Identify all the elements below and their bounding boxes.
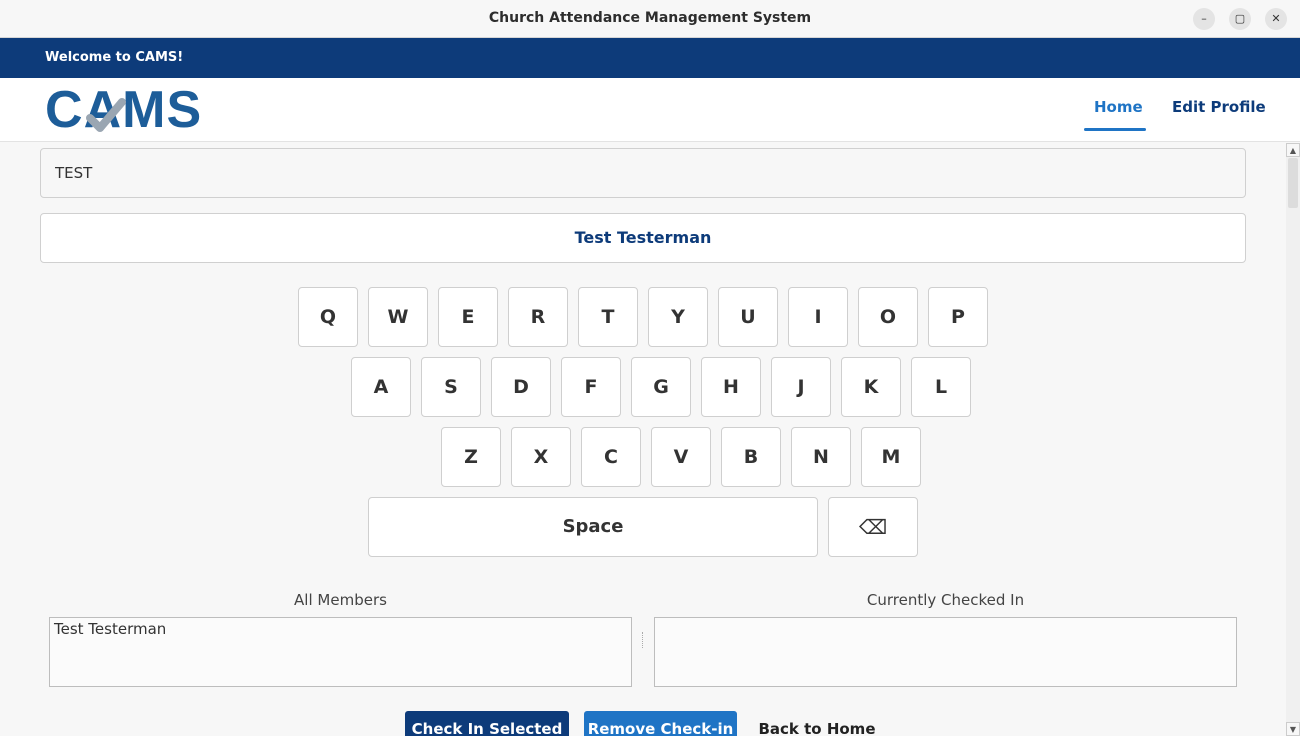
key-e[interactable]: E — [438, 287, 498, 347]
key-i[interactable]: I — [788, 287, 848, 347]
key-c[interactable]: C — [581, 427, 641, 487]
key-f[interactable]: F — [561, 357, 621, 417]
checkmark-icon — [85, 98, 126, 132]
key-g[interactable]: G — [631, 357, 691, 417]
key-x[interactable]: X — [511, 427, 571, 487]
vertical-scrollbar[interactable] — [1286, 143, 1300, 736]
scrollbar-thumb[interactable] — [1288, 158, 1298, 208]
key-q[interactable]: Q — [298, 287, 358, 347]
key-y[interactable]: Y — [648, 287, 708, 347]
logo-letter-c: C — [45, 81, 84, 139]
key-v[interactable]: V — [651, 427, 711, 487]
key-m[interactable]: M — [861, 427, 921, 487]
logo-letters-ms: MS — [122, 81, 203, 139]
welcome-banner: Welcome to CAMS! — [0, 38, 1300, 78]
backspace-key[interactable]: ⌫ — [828, 497, 918, 557]
nav-bar: CA MS Home Edit Profile — [0, 78, 1300, 142]
logo-letter-a: A — [84, 84, 126, 136]
cams-logo: CA MS — [45, 84, 202, 136]
selected-member-display: Test Testerman — [40, 213, 1246, 263]
all-members-list[interactable]: Test Testerman — [49, 617, 632, 687]
space-key[interactable]: Space — [368, 497, 818, 557]
active-tab-indicator — [1084, 128, 1146, 131]
checked-in-list[interactable] — [654, 617, 1237, 687]
key-j[interactable]: J — [771, 357, 831, 417]
key-t[interactable]: T — [578, 287, 638, 347]
member-search-input[interactable] — [40, 148, 1246, 198]
nav-edit-profile-link[interactable]: Edit Profile — [1172, 98, 1266, 116]
welcome-text: Welcome to CAMS! — [45, 50, 184, 65]
all-members-label: All Members — [294, 591, 387, 609]
key-n[interactable]: N — [791, 427, 851, 487]
key-z[interactable]: Z — [441, 427, 501, 487]
key-p[interactable]: P — [928, 287, 988, 347]
back-to-home-button[interactable]: Back to Home — [752, 711, 882, 736]
key-k[interactable]: K — [841, 357, 901, 417]
list-splitter[interactable] — [642, 632, 644, 648]
key-b[interactable]: B — [721, 427, 781, 487]
close-button[interactable]: ✕ — [1265, 8, 1287, 30]
key-s[interactable]: S — [421, 357, 481, 417]
key-u[interactable]: U — [718, 287, 778, 347]
key-w[interactable]: W — [368, 287, 428, 347]
scroll-up-arrow-icon[interactable]: ▲ — [1286, 143, 1300, 157]
key-r[interactable]: R — [508, 287, 568, 347]
nav-home-link[interactable]: Home — [1094, 98, 1143, 116]
remove-check-in-button[interactable]: Remove Check-in — [584, 711, 737, 736]
check-in-selected-button[interactable]: Check In Selected — [405, 711, 569, 736]
key-h[interactable]: H — [701, 357, 761, 417]
key-l[interactable]: L — [911, 357, 971, 417]
logo-text: CA MS — [45, 84, 202, 136]
checked-in-label: Currently Checked In — [866, 591, 1025, 609]
window-title: Church Attendance Management System — [488, 10, 812, 26]
key-o[interactable]: O — [858, 287, 918, 347]
key-a[interactable]: A — [351, 357, 411, 417]
app-window: Church Attendance Management System – ▢ … — [0, 0, 1300, 736]
key-d[interactable]: D — [491, 357, 551, 417]
title-bar: Church Attendance Management System – ▢ … — [0, 0, 1300, 38]
maximize-button[interactable]: ▢ — [1229, 8, 1251, 30]
list-item[interactable]: Test Testerman — [50, 618, 631, 640]
minimize-button[interactable]: – — [1193, 8, 1215, 30]
scroll-down-arrow-icon[interactable]: ▼ — [1286, 722, 1300, 736]
